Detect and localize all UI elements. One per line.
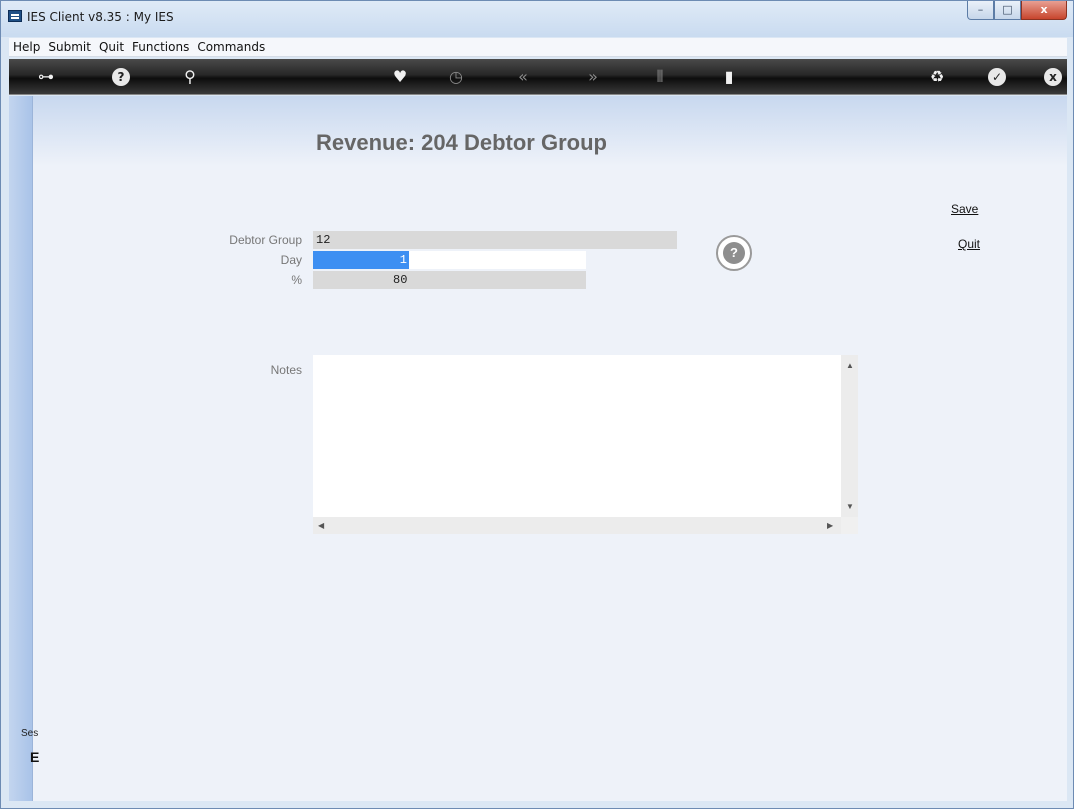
forward-icon[interactable]: »	[582, 66, 604, 88]
menu-functions[interactable]: Functions	[128, 38, 193, 56]
question-icon: ?	[723, 242, 745, 264]
percent-field[interactable]: 80	[313, 271, 586, 289]
save-link[interactable]: Save	[951, 202, 978, 216]
notes-textarea[interactable]	[313, 355, 841, 517]
tools-icon[interactable]: ⫴	[649, 66, 671, 88]
main-content: Revenue: 204 Debtor Group Debtor Group 1…	[9, 96, 1067, 801]
menu-quit[interactable]: Quit	[95, 38, 128, 56]
toolbar: ⊶ ? ⚲ ♥ ◷ « » ⫴ ▮ ♻ ✓ x	[9, 59, 1067, 95]
recycle-icon[interactable]: ♻	[926, 66, 948, 88]
back-icon[interactable]: «	[512, 66, 534, 88]
scroll-right-icon[interactable]: ▶	[827, 521, 833, 530]
ok-icon[interactable]: ✓	[988, 68, 1006, 86]
menu-bar: Help Submit Quit Functions Commands	[9, 38, 1067, 57]
minimize-button[interactable]: –	[967, 1, 994, 20]
help-button[interactable]: ?	[716, 235, 752, 271]
session-icon[interactable]: E	[30, 749, 39, 765]
favorite-icon[interactable]: ♥	[389, 66, 411, 88]
scroll-up-icon[interactable]: ▲	[846, 361, 854, 370]
day-label: Day	[280, 253, 302, 267]
help-icon[interactable]: ?	[112, 68, 130, 86]
screen-icon[interactable]: ▮	[718, 66, 740, 88]
debtor-group-label: Debtor Group	[229, 233, 302, 247]
close-icon[interactable]: x	[1044, 68, 1062, 86]
menu-help[interactable]: Help	[9, 38, 44, 56]
notes-container: ▲ ▼ ◀ ▶	[313, 355, 858, 534]
debtor-group-field[interactable]: 12	[313, 231, 677, 249]
key-icon[interactable]: ⊶	[35, 66, 57, 88]
quit-link[interactable]: Quit	[958, 237, 980, 251]
history-icon[interactable]: ◷	[445, 66, 467, 88]
app-icon	[8, 10, 22, 22]
page-title: Revenue: 204 Debtor Group	[316, 130, 607, 155]
window-title: IES Client v8.35 : My IES	[27, 10, 174, 24]
notes-label: Notes	[270, 363, 302, 377]
title-bar: IES Client v8.35 : My IES – □ x	[1, 1, 1073, 37]
notes-horizontal-scrollbar[interactable]: ◀ ▶	[313, 517, 841, 534]
close-window-button[interactable]: x	[1021, 1, 1067, 20]
menu-commands[interactable]: Commands	[193, 38, 269, 56]
scroll-down-icon[interactable]: ▼	[846, 502, 854, 511]
window-controls: – □ x	[967, 1, 1067, 21]
menu-submit[interactable]: Submit	[44, 38, 95, 56]
session-label: Ses	[21, 728, 39, 739]
search-icon[interactable]: ⚲	[179, 66, 201, 88]
side-panel	[9, 96, 33, 801]
percent-label: %	[291, 273, 302, 287]
day-field[interactable]: 1	[313, 251, 586, 269]
app-window: IES Client v8.35 : My IES – □ x Help Sub…	[0, 0, 1074, 809]
notes-vertical-scrollbar[interactable]: ▲ ▼	[841, 355, 858, 517]
maximize-button[interactable]: □	[994, 1, 1021, 20]
scroll-left-icon[interactable]: ◀	[318, 521, 324, 530]
day-value: 1	[313, 251, 409, 269]
